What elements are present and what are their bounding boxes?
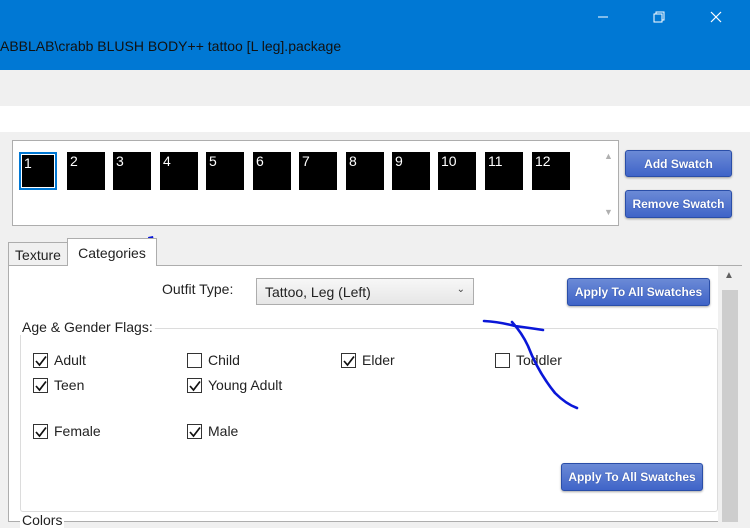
check-icon	[189, 380, 201, 391]
male-checkbox[interactable]: Male	[187, 422, 238, 440]
toddler-checkbox[interactable]: Toddler	[495, 351, 562, 369]
swatch-item[interactable]: 3	[113, 152, 151, 190]
checkbox-box	[33, 352, 48, 368]
check-icon	[35, 380, 47, 391]
checkbox-box	[187, 352, 202, 368]
remove-swatch-button[interactable]: Remove Swatch	[625, 190, 732, 218]
checkbox-box	[33, 423, 48, 439]
age-gender-flags-title: Age & Gender Flags:	[20, 319, 155, 335]
swatch-item[interactable]: 5	[206, 152, 244, 190]
check-icon	[35, 426, 47, 437]
toddler-label: Toddler	[516, 352, 562, 368]
categories-scrollbar[interactable]: ▲	[718, 266, 742, 522]
restore-icon	[653, 11, 665, 23]
adult-label: Adult	[54, 352, 86, 368]
chevron-down-icon: ⌄	[456, 284, 465, 295]
swatch-item[interactable]: 10	[438, 152, 476, 190]
outfit-type-select[interactable]: Tattoo, Leg (Left) ⌄	[256, 278, 474, 305]
child-label: Child	[208, 352, 240, 368]
swatch-item[interactable]: 7	[299, 152, 337, 190]
swatch-item[interactable]: 12	[532, 152, 570, 190]
checkbox-box	[341, 352, 356, 368]
teen-checkbox[interactable]: Teen	[33, 376, 84, 394]
menu-bar	[0, 70, 750, 106]
checkbox-box	[33, 377, 48, 393]
swatch-item[interactable]: 4	[160, 152, 198, 190]
tab-texture[interactable]: Texture	[8, 242, 68, 266]
adult-checkbox[interactable]: Adult	[33, 351, 86, 369]
swatch-item[interactable]: 11	[485, 152, 523, 190]
toolbar-strip	[0, 106, 750, 132]
swatch-list: 1 2 3 4 5 6 7 8 9 10 11 12 ▲ ▼	[12, 140, 619, 226]
minimize-icon	[598, 16, 608, 18]
child-checkbox[interactable]: Child	[187, 351, 240, 369]
check-icon	[189, 426, 201, 437]
checkbox-box	[495, 352, 510, 368]
young-adult-checkbox[interactable]: Young Adult	[187, 376, 282, 394]
swatch-item[interactable]: 2	[67, 152, 105, 190]
restore-button[interactable]	[645, 6, 673, 28]
close-icon	[710, 11, 722, 23]
scroll-up-icon[interactable]: ▲	[724, 270, 734, 281]
female-checkbox[interactable]: Female	[33, 422, 101, 440]
apply-to-all-swatches-button-bottom[interactable]: Apply To All Swatches	[561, 463, 703, 491]
window-title: ABBLAB\crabb BLUSH BODY++ tattoo [L leg]…	[0, 38, 342, 54]
swatch-scrollbar[interactable]: ▲ ▼	[602, 143, 616, 223]
swatch-item[interactable]: 8	[346, 152, 384, 190]
scroll-thumb[interactable]	[722, 290, 738, 522]
outfit-type-label: Outfit Type:	[162, 281, 234, 297]
check-icon	[35, 355, 47, 366]
swatch-item[interactable]: 1	[19, 152, 57, 190]
scroll-up-icon[interactable]: ▲	[604, 151, 613, 161]
add-swatch-button[interactable]: Add Swatch	[625, 150, 732, 177]
check-icon	[343, 355, 355, 366]
young-adult-label: Young Adult	[208, 377, 283, 393]
scroll-down-icon[interactable]: ▼	[604, 207, 613, 217]
elder-label: Elder	[362, 352, 395, 368]
close-button[interactable]	[702, 6, 730, 28]
checkbox-box	[187, 423, 202, 439]
teen-label: Teen	[54, 377, 85, 393]
female-label: Female	[54, 423, 101, 439]
outfit-type-value: Tattoo, Leg (Left)	[265, 284, 371, 300]
tab-categories[interactable]: Categories	[67, 238, 157, 266]
colors-group-title: Colors	[20, 512, 65, 528]
male-label: Male	[208, 423, 239, 439]
minimize-button[interactable]	[589, 6, 617, 28]
elder-checkbox[interactable]: Elder	[341, 351, 395, 369]
swatch-item[interactable]: 6	[253, 152, 291, 190]
title-bar: ABBLAB\crabb BLUSH BODY++ tattoo [L leg]…	[0, 0, 750, 70]
swatch-item[interactable]: 9	[392, 152, 430, 190]
checkbox-box	[187, 377, 202, 393]
apply-to-all-swatches-button[interactable]: Apply To All Swatches	[567, 278, 710, 306]
